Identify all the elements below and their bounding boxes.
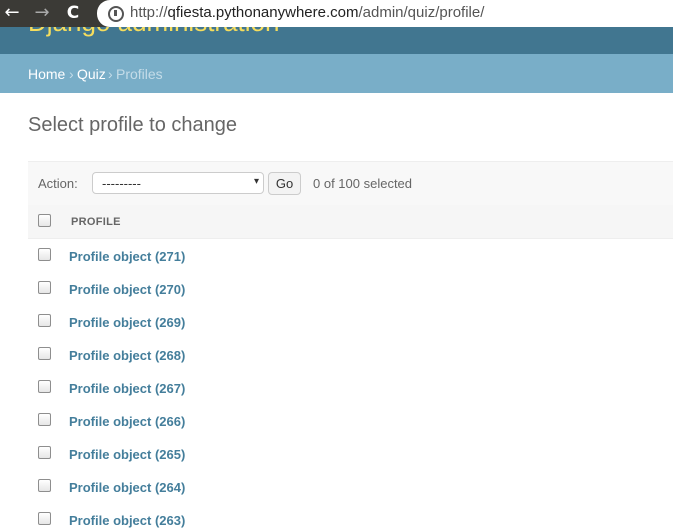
profile-link[interactable]: Profile object (269) — [69, 315, 185, 330]
row-checkbox[interactable] — [38, 512, 51, 525]
url-path: /admin/quiz/profile/ — [358, 4, 485, 21]
profile-link[interactable]: Profile object (266) — [69, 414, 185, 429]
table-row: Profile object (270) — [28, 272, 673, 306]
row-checkbox[interactable] — [38, 413, 51, 426]
go-button[interactable]: Go — [268, 172, 301, 195]
breadcrumb: Home › Quiz › Profiles — [0, 54, 673, 93]
row-checkbox[interactable] — [38, 380, 51, 393]
breadcrumb-current: Profiles — [116, 66, 163, 82]
table-row: Profile object (267) — [28, 371, 673, 405]
breadcrumb-separator: › — [69, 66, 74, 82]
selection-counter: 0 of 100 selected — [313, 176, 413, 191]
url-host: qfiesta.pythonanywhere.com — [167, 4, 359, 21]
admin-header: Django administration — [0, 27, 673, 54]
breadcrumb-separator: › — [108, 66, 113, 82]
profile-link[interactable]: Profile object (263) — [69, 513, 185, 528]
profile-link[interactable]: Profile object (271) — [69, 249, 185, 264]
row-checkbox[interactable] — [38, 446, 51, 459]
row-checkbox[interactable] — [38, 314, 51, 327]
action-select[interactable]: --------- ▾ — [92, 172, 264, 194]
chevron-down-icon: ▾ — [253, 176, 259, 187]
page-title: Select profile to change — [28, 114, 238, 136]
actions-bar: Action: --------- ▾ Go 0 of 100 selected — [28, 161, 673, 206]
url-text[interactable]: http://qfiesta.pythonanywhere.com/admin/… — [130, 4, 484, 21]
table-row: Profile object (266) — [28, 404, 673, 438]
url-prefix: http:// — [130, 4, 168, 21]
forward-arrow-icon[interactable]: → — [31, 2, 53, 24]
table-row: Profile object (265) — [28, 437, 673, 471]
row-checkbox[interactable] — [38, 248, 51, 261]
breadcrumb-quiz[interactable]: Quiz — [77, 66, 106, 82]
table-row: Profile object (268) — [28, 338, 673, 372]
site-info-icon[interactable] — [108, 6, 124, 22]
row-checkbox[interactable] — [38, 281, 51, 294]
column-header-profile[interactable]: PROFILE — [71, 216, 121, 228]
action-select-value: --------- — [102, 176, 141, 191]
select-all-checkbox[interactable] — [38, 214, 51, 227]
row-checkbox[interactable] — [38, 479, 51, 492]
breadcrumb-home[interactable]: Home — [28, 66, 65, 82]
table-row: Profile object (263) — [28, 503, 673, 528]
profile-link[interactable]: Profile object (267) — [69, 381, 185, 396]
profile-link[interactable]: Profile object (268) — [69, 348, 185, 363]
table-row: Profile object (269) — [28, 305, 673, 339]
table-row: Profile object (271) — [28, 239, 673, 273]
site-branding[interactable]: Django administration — [28, 27, 279, 38]
row-checkbox[interactable] — [38, 347, 51, 360]
action-label: Action: — [38, 176, 78, 191]
profile-link[interactable]: Profile object (264) — [69, 480, 185, 495]
profile-link[interactable]: Profile object (270) — [69, 282, 185, 297]
table-row: Profile object (264) — [28, 470, 673, 504]
profile-link[interactable]: Profile object (265) — [69, 447, 185, 462]
reload-icon[interactable]: C — [62, 2, 84, 24]
browser-toolbar: ← → C http://qfiesta.pythonanywhere.com/… — [0, 0, 673, 27]
table-header: PROFILE — [28, 205, 673, 239]
back-arrow-icon[interactable]: ← — [1, 2, 23, 24]
